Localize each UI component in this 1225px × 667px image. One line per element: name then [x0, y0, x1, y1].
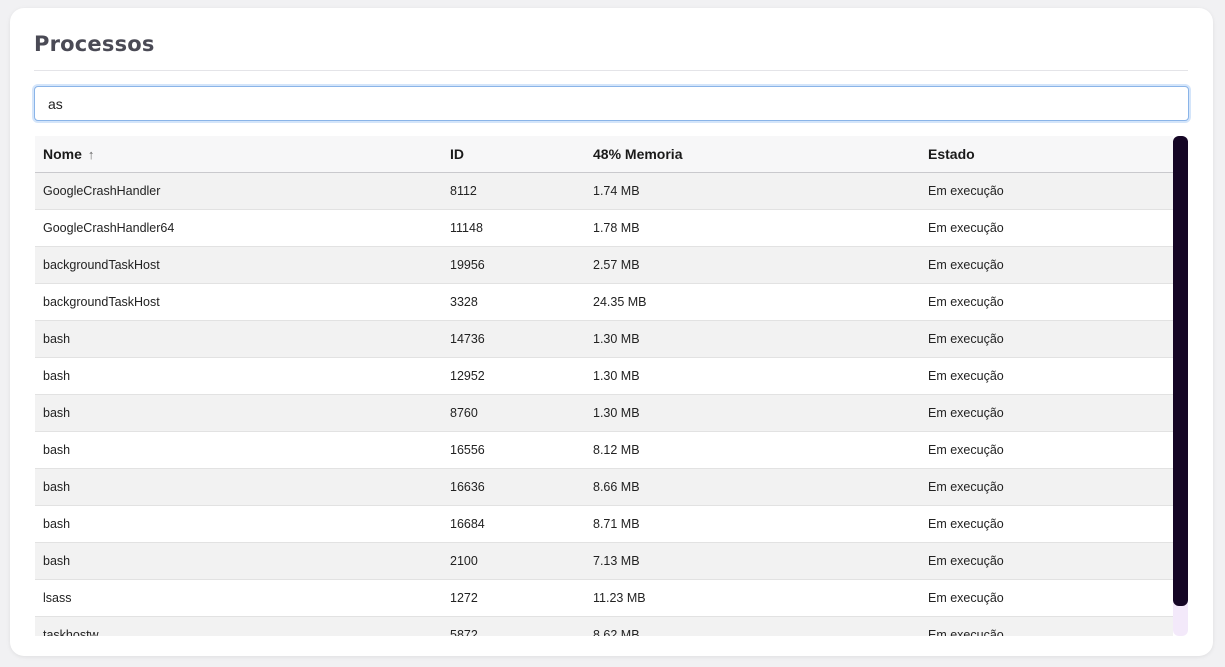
table-header: Nome ↑ ID 48% Memoria Estado	[35, 136, 1173, 173]
cell-id: 5872	[450, 628, 478, 636]
cell-id: 14736	[450, 332, 485, 346]
cell-state: Em execução	[928, 554, 1004, 568]
table-row[interactable]: bash 16636 8.66 MB Em execução	[35, 469, 1173, 506]
cell-name: backgroundTaskHost	[43, 295, 160, 309]
processes-panel: Processos Nome ↑ ID 48% Memoria Estado Go…	[10, 8, 1213, 656]
cell-name: taskhostw	[43, 628, 99, 636]
cell-state: Em execução	[928, 184, 1004, 198]
cell-memory: 8.62 MB	[593, 628, 640, 636]
column-header-name[interactable]: Nome ↑	[43, 136, 94, 172]
cell-state: Em execução	[928, 443, 1004, 457]
arrow-up-icon: ↑	[87, 147, 95, 162]
cell-state: Em execução	[928, 221, 1004, 235]
cell-state: Em execução	[928, 295, 1004, 309]
cell-id: 8112	[450, 184, 477, 198]
cell-id: 1272	[450, 591, 478, 605]
table-row[interactable]: bash 16684 8.71 MB Em execução	[35, 506, 1173, 543]
cell-state: Em execução	[928, 480, 1004, 494]
cell-name: bash	[43, 517, 71, 531]
cell-memory: 24.35 MB	[593, 295, 647, 309]
cell-state: Em execução	[928, 258, 1004, 272]
cell-state: Em execução	[928, 591, 1004, 605]
cell-memory: 11.23 MB	[593, 591, 646, 605]
cell-id: 19956	[450, 258, 485, 272]
table-row[interactable]: lsass 1272 11.23 MB Em execução	[35, 580, 1173, 617]
cell-name: GoogleCrashHandler64	[43, 221, 175, 235]
column-header-label: Nome	[43, 146, 82, 162]
cell-id: 16636	[450, 480, 485, 494]
cell-name: lsass	[43, 591, 72, 605]
scrollbar-thumb[interactable]	[1173, 136, 1188, 606]
cell-memory: 1.74 MB	[593, 184, 640, 198]
cell-id: 8760	[450, 406, 478, 420]
column-header-state[interactable]: Estado	[928, 136, 975, 172]
cell-state: Em execução	[928, 406, 1004, 420]
cell-memory: 1.30 MB	[593, 332, 640, 346]
table-row[interactable]: bash 16556 8.12 MB Em execução	[35, 432, 1173, 469]
cell-state: Em execução	[928, 628, 1004, 636]
cell-name: bash	[43, 480, 71, 494]
table-row[interactable]: bash 2100 7.13 MB Em execução	[35, 543, 1173, 580]
table-row[interactable]: backgroundTaskHost 3328 24.35 MB Em execuçã…	[35, 284, 1173, 321]
cell-id: 16684	[450, 517, 485, 531]
column-header-id[interactable]: ID	[450, 136, 464, 172]
cell-memory: 8.66 MB	[593, 480, 640, 494]
table-row[interactable]: bash 12952 1.30 MB Em execução	[35, 358, 1173, 395]
cell-memory: 7.13 MB	[593, 554, 640, 568]
cell-state: Em execução	[928, 369, 1004, 383]
cell-name: bash	[43, 369, 71, 383]
table-row[interactable]: bash 8760 1.30 MB Em execução	[35, 395, 1173, 432]
cell-id: 2100	[450, 554, 478, 568]
cell-id: 16556	[450, 443, 485, 457]
cell-memory: 8.71 MB	[593, 517, 640, 531]
table-row[interactable]: GoogleCrashHandler 8112 1.74 MB Em execução	[35, 173, 1173, 210]
cell-name: bash	[43, 332, 71, 346]
column-header-memory[interactable]: 48% Memoria	[593, 136, 682, 172]
table-row[interactable]: bash 14736 1.30 MB Em execução	[35, 321, 1173, 358]
cell-id: 12952	[450, 369, 485, 383]
cell-memory: 8.12 MB	[593, 443, 640, 457]
cell-name: bash	[43, 443, 71, 457]
cell-state: Em execução	[928, 332, 1004, 346]
cell-name: bash	[43, 554, 71, 568]
cell-memory: 1.78 MB	[593, 221, 640, 235]
cell-id: 11148	[450, 221, 483, 235]
table-row[interactable]: taskhostw 5872 8.62 MB Em execução	[35, 617, 1173, 636]
cell-memory: 1.30 MB	[593, 406, 640, 420]
table-row[interactable]: GoogleCrashHandler64 11148 1.78 MB Em execu…	[35, 210, 1173, 247]
cell-memory: 2.57 MB	[593, 258, 640, 272]
table-row[interactable]: backgroundTaskHost 19956 2.57 MB Em execuçã…	[35, 247, 1173, 284]
cell-name: GoogleCrashHandler	[43, 184, 161, 198]
cell-memory: 1.30 MB	[593, 369, 640, 383]
cell-id: 3328	[450, 295, 478, 309]
search-input[interactable]	[34, 86, 1189, 121]
process-table: Nome ↑ ID 48% Memoria Estado GoogleCrashH…	[35, 136, 1173, 636]
cell-name: backgroundTaskHost	[43, 258, 160, 272]
title-divider	[34, 70, 1188, 71]
cell-name: bash	[43, 406, 71, 420]
cell-state: Em execução	[928, 517, 1004, 531]
page-title: Processos	[34, 32, 155, 56]
